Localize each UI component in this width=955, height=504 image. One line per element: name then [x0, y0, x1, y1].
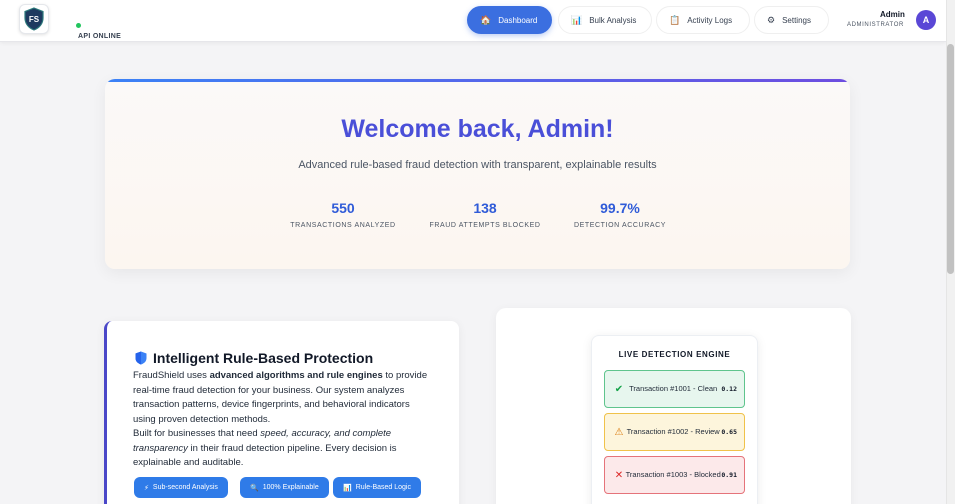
- welcome-card: Welcome back, Admin! Advanced rule-based…: [105, 79, 850, 269]
- bar-chart-icon: 📊: [343, 484, 352, 492]
- transaction-score: 0.12: [721, 385, 737, 393]
- magnifier-icon: 🔍: [250, 484, 259, 492]
- stat-detection-accuracy: 99.7% DETECTION ACCURACY: [545, 200, 695, 229]
- protection-description: FraudShield uses advanced algorithms and…: [133, 369, 433, 471]
- user-name: Admin: [880, 10, 905, 19]
- svg-text:FS: FS: [29, 15, 40, 24]
- api-status-label: API ONLINE: [78, 33, 122, 40]
- stat-label: DETECTION ACCURACY: [573, 222, 667, 229]
- protection-paragraph-1: FraudShield uses advanced algorithms and…: [133, 369, 433, 427]
- transaction-item-review[interactable]: ⚠ Transaction #1002 - Review 0.65: [604, 413, 745, 451]
- stat-value: 550: [331, 200, 355, 216]
- api-status-dot-icon: [76, 23, 81, 28]
- chip-label: Rule-Based Logic: [355, 484, 411, 491]
- text-strong: advanced algorithms and rule engines: [209, 370, 383, 381]
- shield-icon: [135, 351, 147, 365]
- nav-dashboard-button[interactable]: 🏠 Dashboard: [467, 6, 552, 34]
- nav-dashboard-label: Dashboard: [498, 15, 538, 25]
- user-role: ADMINISTRATOR: [847, 22, 904, 28]
- welcome-subtitle: Advanced rule-based fraud detection with…: [298, 159, 657, 171]
- transaction-item-blocked[interactable]: ✕ Transaction #1003 - Blocked 0.91: [604, 456, 745, 494]
- text-run: Built for businesses that need: [133, 428, 261, 439]
- protection-paragraph-2: Built for businesses that need speed, ac…: [133, 427, 433, 471]
- protection-card: Intelligent Rule-Based Protection FraudS…: [104, 321, 459, 504]
- text-run: FraudShield uses: [133, 370, 210, 381]
- stat-transactions-analyzed: 550 TRANSACTIONS ANALYZED: [268, 200, 418, 229]
- transaction-label: Transaction #1002 - Review: [626, 427, 720, 436]
- welcome-accent-bar: [105, 79, 850, 82]
- transaction-label: Transaction #1001 - Clean: [629, 384, 718, 393]
- page-scrollbar[interactable]: [946, 0, 955, 504]
- welcome-title: Welcome back, Admin!: [341, 115, 614, 143]
- chip-label: Sub-second Analysis: [152, 484, 218, 491]
- gear-icon: ⚙: [767, 14, 776, 25]
- engine-panel: LIVE DETECTION ENGINE ✔ Transaction #100…: [496, 308, 851, 504]
- chip-explainable[interactable]: 🔍 100% Explainable: [240, 477, 329, 498]
- nav-activity-logs-button[interactable]: 📋 Activity Logs: [656, 6, 750, 34]
- top-navbar: FS API ONLINE 🏠 Dashboard 📊 Bulk Analysi…: [0, 0, 946, 42]
- chip-sub-second-analysis[interactable]: ⚡ Sub-second Analysis: [134, 477, 228, 498]
- protection-title-text: Intelligent Rule-Based Protection: [153, 350, 374, 366]
- house-icon: 🏠: [480, 14, 492, 25]
- stat-value: 138: [473, 200, 497, 216]
- transaction-score: 0.91: [721, 471, 737, 479]
- bar-chart-icon: 📊: [571, 14, 583, 25]
- avatar[interactable]: A: [916, 10, 936, 30]
- chip-rule-based-logic[interactable]: 📊 Rule-Based Logic: [333, 477, 421, 498]
- x-mark-icon: ✕: [614, 469, 624, 481]
- stat-label: TRANSACTIONS ANALYZED: [290, 222, 396, 229]
- engine-title: LIVE DETECTION ENGINE: [618, 350, 731, 359]
- fraudshield-logo-icon[interactable]: FS: [19, 4, 49, 34]
- nav-activity-logs-label: Activity Logs: [687, 15, 733, 25]
- stat-fraud-blocked: 138 FRAUD ATTEMPTS BLOCKED: [410, 200, 560, 229]
- transaction-label: Transaction #1003 - Blocked: [625, 470, 721, 479]
- live-detection-engine-card: LIVE DETECTION ENGINE ✔ Transaction #100…: [591, 335, 758, 504]
- transaction-score: 0.65: [721, 428, 737, 436]
- warning-icon: ⚠: [614, 426, 624, 438]
- nav-settings-label: Settings: [782, 15, 811, 25]
- nav-settings-button[interactable]: ⚙ Settings: [754, 6, 829, 34]
- stat-value: 99.7%: [600, 200, 640, 216]
- nav-bulk-analysis-label: Bulk Analysis: [589, 15, 637, 25]
- clipboard-icon: 📋: [669, 14, 681, 25]
- check-icon: ✔: [614, 383, 624, 395]
- page-scrollbar-thumb[interactable]: [947, 44, 954, 274]
- transaction-item-clean[interactable]: ✔ Transaction #1001 - Clean 0.12: [604, 370, 745, 408]
- stat-label: FRAUD ATTEMPTS BLOCKED: [429, 222, 541, 229]
- chip-label: 100% Explainable: [262, 484, 319, 491]
- protection-title: Intelligent Rule-Based Protection: [135, 350, 373, 366]
- lightning-icon: ⚡: [144, 484, 149, 492]
- nav-bulk-analysis-button[interactable]: 📊 Bulk Analysis: [558, 6, 652, 34]
